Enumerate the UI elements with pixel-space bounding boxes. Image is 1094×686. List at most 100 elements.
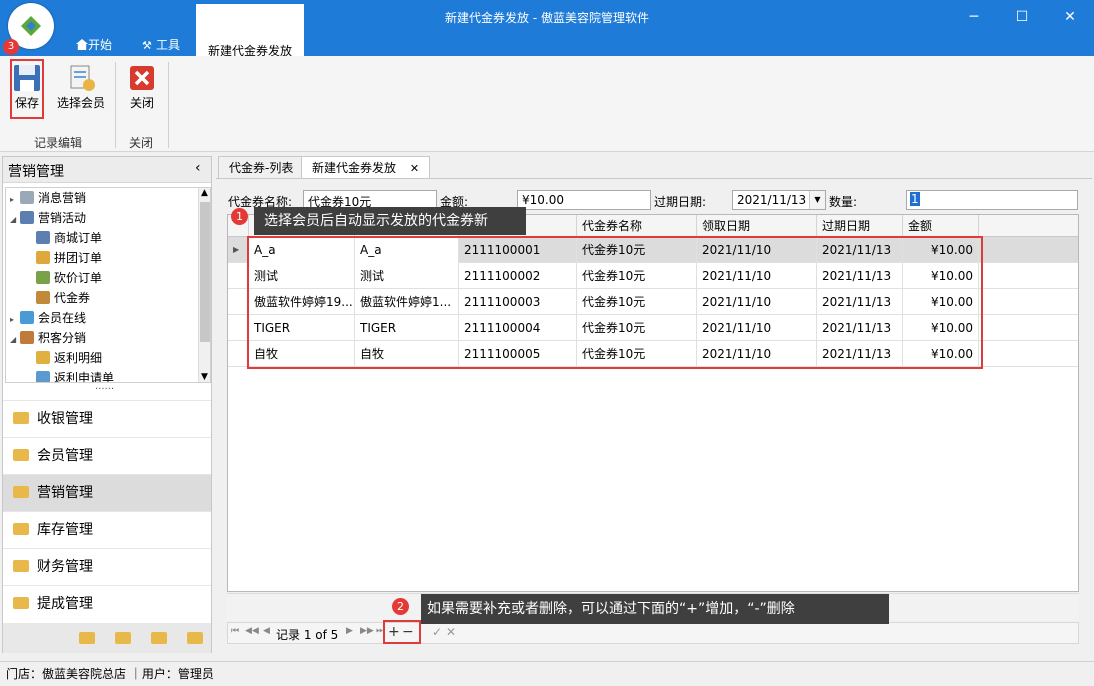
next-page-icon[interactable]: ▶▶ [360,626,374,636]
folder-icon[interactable] [79,632,95,644]
tree-scroll-thumb[interactable] [200,202,210,342]
prev-record-icon[interactable]: ◀ [263,626,270,636]
highlight-box-save [10,59,44,119]
tree-item-label: 商城订单 [54,231,103,245]
ribbon-tab-home-label: 开始 [88,38,113,52]
scroll-down-icon[interactable]: ▼ [201,372,208,382]
sidebar-splitter[interactable]: ...... [95,381,114,392]
first-record-icon[interactable]: ⏮ [231,626,239,636]
close-button[interactable]: 关闭 [124,60,160,118]
tab-close-icon[interactable]: ✕ [410,162,419,175]
ribbon-separator [168,62,169,148]
row-indicator [228,341,249,367]
cancel-edit-icon[interactable]: ✕ [446,625,456,639]
scroll-up-icon[interactable]: ▲ [201,188,208,198]
amount-field[interactable]: ¥10.00 [517,190,651,210]
maximize-button[interactable]: ☐ [1010,6,1034,28]
folder-icon[interactable] [151,632,167,644]
tree-item-label: 代金券 [54,291,91,305]
column-header[interactable]: 代金券名称 [577,215,697,237]
folder-icon [13,486,29,498]
sidebar-nav-label: 营销管理 [37,485,93,501]
sidebar-nav-label: 提成管理 [37,596,93,612]
tree-collapsed-icon[interactable]: ▸ [10,310,20,330]
row-indicator [228,263,249,289]
folder-icon[interactable] [187,632,203,644]
close-label: 关闭 [129,96,154,110]
tree-item-label: 拼团订单 [54,251,103,265]
close-window-button[interactable]: ✕ [1058,6,1082,28]
close-icon [130,66,154,90]
tree-collapsed-icon[interactable]: ▸ [10,190,20,210]
maximize-icon: ☐ [1015,9,1029,25]
sidebar-header: 营销管理 ‹ [3,157,211,183]
sidebar-nav-item[interactable]: 收银管理 [3,400,211,437]
doc-tab-label: 代金券-列表 [229,161,294,175]
folder-icon [13,449,29,461]
ribbon-tab-active[interactable]: 新建代金券发放 [196,0,304,58]
select-member-button[interactable]: 选择会员 [54,60,108,118]
envelope-icon [20,191,34,204]
tree-item[interactable]: ▸ 消息营销 [10,188,86,208]
quantity-label: 数量: [829,195,858,209]
quantity-field[interactable]: 1 [906,190,1078,210]
sidebar-nav-item[interactable]: 提成管理 [3,585,211,622]
coins-icon [36,351,50,364]
doc-tab-voucher-list[interactable]: 代金券-列表 [218,156,305,178]
folder-icon[interactable] [115,632,131,644]
minimize-icon: ─ [969,9,979,25]
ribbon-tab-tools[interactable]: ⚒ 工具 [138,34,184,56]
tree-scrollbar[interactable]: ▲ ▼ [198,188,210,382]
window-title: 新建代金券发放 - 傲蓝美容院管理软件 [445,11,649,25]
row-indicator [228,315,249,341]
row-indicator [228,289,249,315]
ribbon-tab-home[interactable]: 开始 [72,34,116,56]
step-badge-2: 2 [392,598,409,615]
main-panel: 代金券-列表 新建代金券发放 ✕ 代金券名称: 代金券10元 金额: ¥10.0… [216,156,1092,653]
confirm-edit-icon[interactable]: ✓ [432,625,442,639]
folder-icon [13,412,29,424]
sidebar-nav-item[interactable]: 会员管理 [3,437,211,474]
tree-item-label: 砍价订单 [54,271,103,285]
tree-expanded-icon[interactable]: ◢ [10,210,20,230]
sidebar-nav-item[interactable]: 库存管理 [3,511,211,548]
tree-item[interactable]: ◢ 积客分销 [10,328,86,348]
calendar-dropdown-icon[interactable]: ▼ [809,191,825,209]
next-record-icon[interactable]: ▶ [346,626,353,636]
column-header[interactable]: 过期日期 [817,215,903,237]
annotation-tooltip-2: 如果需要补充或者删除，可以通过下面的“+”增加，“-”删除 [421,594,889,624]
sidebar-nav-label: 财务管理 [37,559,93,575]
folder-icon [13,560,29,572]
record-counter: 记录 1 of 5 [276,628,339,642]
tree-item[interactable]: 拼团订单 [36,248,102,268]
prev-page-icon[interactable]: ◀◀ [245,626,259,636]
expiry-date-field[interactable]: 2021/11/13 ▼ [732,190,826,210]
sidebar-nav-item[interactable]: 营销管理 [3,474,211,511]
ribbon-group-record: 记录编辑 [33,136,82,150]
tree-item[interactable]: 商城订单 [36,228,102,248]
tree-item[interactable]: 代金券 [36,288,90,308]
tree-item[interactable]: 返利明细 [36,348,102,368]
ribbon-tab-tools-label: 工具 [156,38,181,52]
doc-tab-label: 新建代金券发放 [312,161,397,175]
tree-item[interactable]: ▸ 会员在线 [10,308,86,328]
step-badge-1: 1 [231,208,248,225]
row-indicator-icon: ▶ [228,237,249,263]
tree-item[interactable]: ◢ 营销活动 [10,208,86,228]
tree-expanded-icon[interactable]: ◢ [10,330,20,350]
sidebar-nav-label: 收银管理 [37,411,93,427]
folder-icon [13,523,29,535]
collapse-sidebar-icon[interactable]: ‹ [195,160,201,176]
sidebar-nav-label: 库存管理 [37,522,93,538]
tag-icon [36,271,50,284]
puzzle-icon [36,251,50,264]
column-header[interactable]: 领取日期 [697,215,817,237]
tree-item[interactable]: 砍价订单 [36,268,102,288]
sidebar-nav-item[interactable]: 财务管理 [3,548,211,585]
ribbon-group-close: 关闭 [128,136,153,150]
minimize-button[interactable]: ─ [962,6,986,28]
doc-tab-new-voucher[interactable]: 新建代金券发放 ✕ [301,156,431,179]
column-header[interactable]: 金额 [903,215,979,237]
tree-item-label: 消息营销 [38,191,87,205]
tools-icon: ⚒ [142,39,152,52]
